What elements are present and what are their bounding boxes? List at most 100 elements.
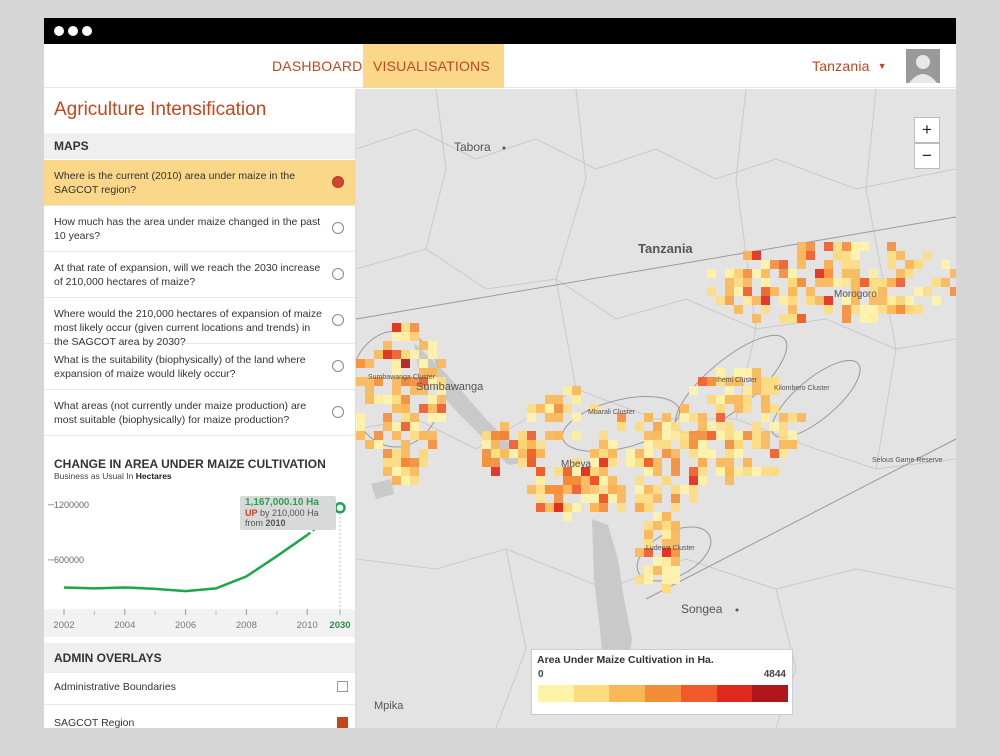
heatmap-cell	[878, 305, 887, 314]
nav-visualisations[interactable]: VISUALISATIONS▼	[363, 44, 504, 115]
heatmap-cell	[374, 440, 383, 449]
question-item[interactable]: What areas (not currently under maize pr…	[44, 390, 355, 436]
legend-max: 4844	[763, 669, 786, 680]
heatmap-cell	[833, 242, 842, 251]
radio-button[interactable]	[332, 360, 344, 372]
overlay-checkbox[interactable]	[337, 681, 348, 692]
sidebar: Agriculture Intensification MAPS Where i…	[44, 89, 356, 728]
heatmap-cell	[743, 287, 752, 296]
heatmap-cell	[428, 431, 437, 440]
tooltip-from: from 2010	[245, 518, 331, 528]
heatmap-cell	[707, 422, 716, 431]
nav-dashboard[interactable]: DASHBOARD	[272, 44, 362, 88]
heatmap-cell	[689, 431, 698, 440]
zoom-in-button[interactable]: +	[914, 117, 940, 143]
heatmap-cell	[419, 431, 428, 440]
heatmap-cell	[779, 449, 788, 458]
heatmap-cell	[662, 440, 671, 449]
heatmap-cell	[401, 350, 410, 359]
heatmap-cell	[644, 449, 653, 458]
heatmap-cell	[554, 485, 563, 494]
question-text: What is the suitability (biophysically) …	[54, 354, 306, 380]
heatmap-cell	[635, 503, 644, 512]
heatmap-cell	[725, 476, 734, 485]
question-item[interactable]: At that rate of expansion, will we reach…	[44, 252, 355, 298]
radio-button[interactable]	[332, 222, 344, 234]
heatmap-cell	[752, 467, 761, 476]
radio-button[interactable]	[332, 176, 344, 188]
heatmap-cell	[842, 251, 851, 260]
heatmap-cell	[914, 305, 923, 314]
question-item[interactable]: What is the suitability (biophysically) …	[44, 344, 355, 390]
heatmap-cell	[554, 503, 563, 512]
heatmap-cell	[815, 269, 824, 278]
country-selector[interactable]: Tanzania ▼	[812, 44, 887, 88]
heatmap-cell	[716, 395, 725, 404]
heatmap-cell	[599, 494, 608, 503]
question-item[interactable]: How much has the area under maize change…	[44, 206, 355, 252]
heatmap-cell	[365, 395, 374, 404]
heatmap-cell	[905, 296, 914, 305]
heatmap-cell	[761, 413, 770, 422]
heatmap-cell	[365, 386, 374, 395]
heatmap-cell	[590, 485, 599, 494]
question-item[interactable]: Where would the 210,000 hectares of expa…	[44, 298, 355, 348]
heatmap-cell	[671, 431, 680, 440]
heatmap-cell	[635, 422, 644, 431]
heatmap-cell	[419, 341, 428, 350]
question-text: Where is the current (2010) area under m…	[54, 170, 296, 196]
heatmap-cell	[590, 503, 599, 512]
heatmap-cell	[500, 449, 509, 458]
heatmap-cell	[806, 251, 815, 260]
heatmap-cell	[491, 458, 500, 467]
avatar[interactable]	[906, 49, 940, 83]
heatmap-cell	[653, 440, 662, 449]
window-dot-icon[interactable]	[82, 26, 92, 36]
map-label-ludewa-cluster: Ludewa Cluster	[646, 545, 695, 552]
heatmap-cell	[779, 422, 788, 431]
map-view[interactable]: Tabora Tanzania Morogoro Sumbawanga Sumb…	[356, 89, 956, 728]
overlay-item[interactable]: Administrative Boundaries	[44, 669, 355, 705]
heatmap-cell	[590, 494, 599, 503]
map-label-mpika: Mpika	[374, 700, 404, 712]
heatmap-cell	[401, 332, 410, 341]
heatmap-cell	[851, 260, 860, 269]
heatmap-cell	[527, 440, 536, 449]
heatmap-cell	[419, 404, 428, 413]
heatmap-cell	[554, 395, 563, 404]
heatmap-cell	[617, 494, 626, 503]
projection-point[interactable]	[334, 502, 346, 514]
heatmap-cell	[680, 440, 689, 449]
radio-button[interactable]	[332, 314, 344, 326]
question-text: Where would the 210,000 hectares of expa…	[54, 308, 322, 348]
heatmap-cell	[680, 431, 689, 440]
question-item[interactable]: Where is the current (2010) area under m…	[44, 160, 355, 206]
heatmap-cell	[716, 431, 725, 440]
heatmap-cell	[428, 404, 437, 413]
question-text: At that rate of expansion, will we reach…	[54, 262, 321, 288]
heatmap-cell	[572, 386, 581, 395]
heatmap-cell	[725, 386, 734, 395]
heatmap-cell	[644, 503, 653, 512]
heatmap-cell	[887, 305, 896, 314]
heatmap-cell	[644, 530, 653, 539]
radio-button[interactable]	[332, 406, 344, 418]
heatmap-cell	[761, 260, 770, 269]
x-tick-label: 2006	[175, 620, 196, 631]
heatmap-cell	[536, 440, 545, 449]
heatmap-cell	[410, 476, 419, 485]
heatmap-cell	[734, 395, 743, 404]
heatmap-cell	[491, 431, 500, 440]
overlay-item[interactable]: SAGCOT Region	[44, 705, 355, 728]
user-icon	[909, 55, 937, 83]
radio-button[interactable]	[332, 268, 344, 280]
zoom-out-button[interactable]: −	[914, 143, 940, 169]
window-dot-icon[interactable]	[68, 26, 78, 36]
overlay-checkbox[interactable]	[337, 717, 348, 728]
heatmap-cell	[563, 512, 572, 521]
window-dot-icon[interactable]	[54, 26, 64, 36]
heatmap-cell	[437, 359, 446, 368]
heatmap-cell	[671, 566, 680, 575]
heatmap-cell	[689, 440, 698, 449]
heatmap-cell	[824, 269, 833, 278]
